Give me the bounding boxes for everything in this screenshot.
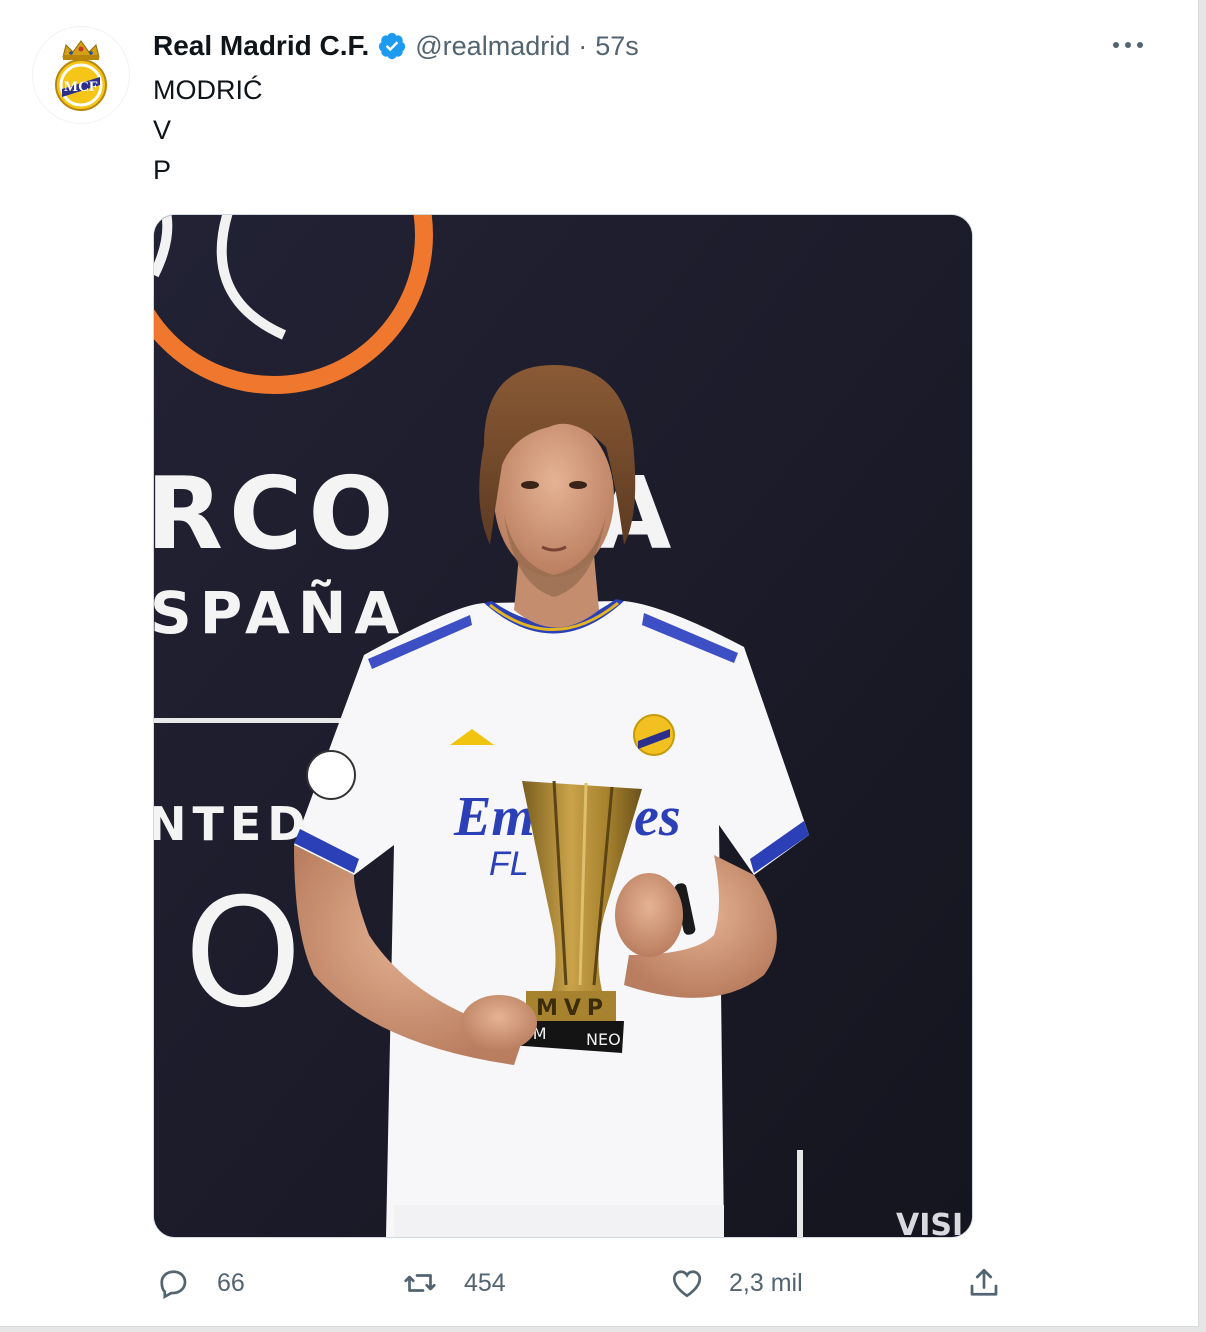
corner-text: VISI: [896, 1208, 963, 1237]
tweet-actions: 66 454 2,3 mil: [0, 1258, 1198, 1308]
tweet-text-line: MODRIĆ: [153, 75, 263, 105]
reply-icon: [155, 1265, 191, 1301]
tweet-timestamp[interactable]: 57s: [595, 31, 639, 62]
author-handle[interactable]: @realmadrid: [415, 31, 570, 62]
author-avatar[interactable]: MCF: [33, 27, 129, 123]
reply-button[interactable]: 66: [155, 1258, 245, 1308]
tweet-text-line: V: [153, 115, 172, 145]
verified-badge-icon: [377, 31, 407, 61]
retweet-icon: [402, 1265, 438, 1301]
author-name[interactable]: Real Madrid C.F.: [153, 30, 369, 62]
tweet-card[interactable]: MCF Real Madrid C.F. @realmadrid · 57s M…: [0, 0, 1199, 1327]
share-button[interactable]: [966, 1258, 1002, 1308]
shirt-sponsor-text: Em: [453, 786, 535, 848]
heart-icon: [669, 1265, 705, 1301]
shirt-sponsor-text: FL: [489, 845, 529, 883]
trophy-base-text: NEO: [586, 1030, 621, 1049]
retweet-button[interactable]: 454: [402, 1258, 506, 1308]
photo-scene: RCO A SPAÑA NTED O VISI: [154, 215, 972, 1237]
tweet-photo[interactable]: RCO A SPAÑA NTED O VISI: [153, 214, 973, 1238]
more-icon[interactable]: [1108, 30, 1148, 60]
separator-dot: ·: [578, 30, 588, 61]
tweet-text-line: P: [153, 155, 172, 185]
like-count: 2,3 mil: [729, 1268, 803, 1297]
share-icon: [966, 1265, 1002, 1301]
retweet-count: 454: [464, 1268, 506, 1297]
backdrop-text: SPAÑA: [154, 578, 407, 647]
backdrop-text: NTED: [154, 797, 311, 851]
trophy-plaque-text: MVP: [536, 996, 609, 1021]
svg-text:MCF: MCF: [64, 79, 98, 95]
reply-count: 66: [217, 1268, 245, 1297]
tweet-header: Real Madrid C.F. @realmadrid · 57s: [153, 28, 639, 64]
real-madrid-crest-icon: MCF: [34, 28, 128, 122]
backdrop-text: O: [184, 867, 302, 1041]
tweet-text: MODRIĆ V P: [153, 70, 263, 190]
like-button[interactable]: 2,3 mil: [669, 1258, 803, 1308]
shirt-sponsor-text: es: [634, 786, 681, 848]
backdrop-text: RCO: [154, 455, 399, 572]
